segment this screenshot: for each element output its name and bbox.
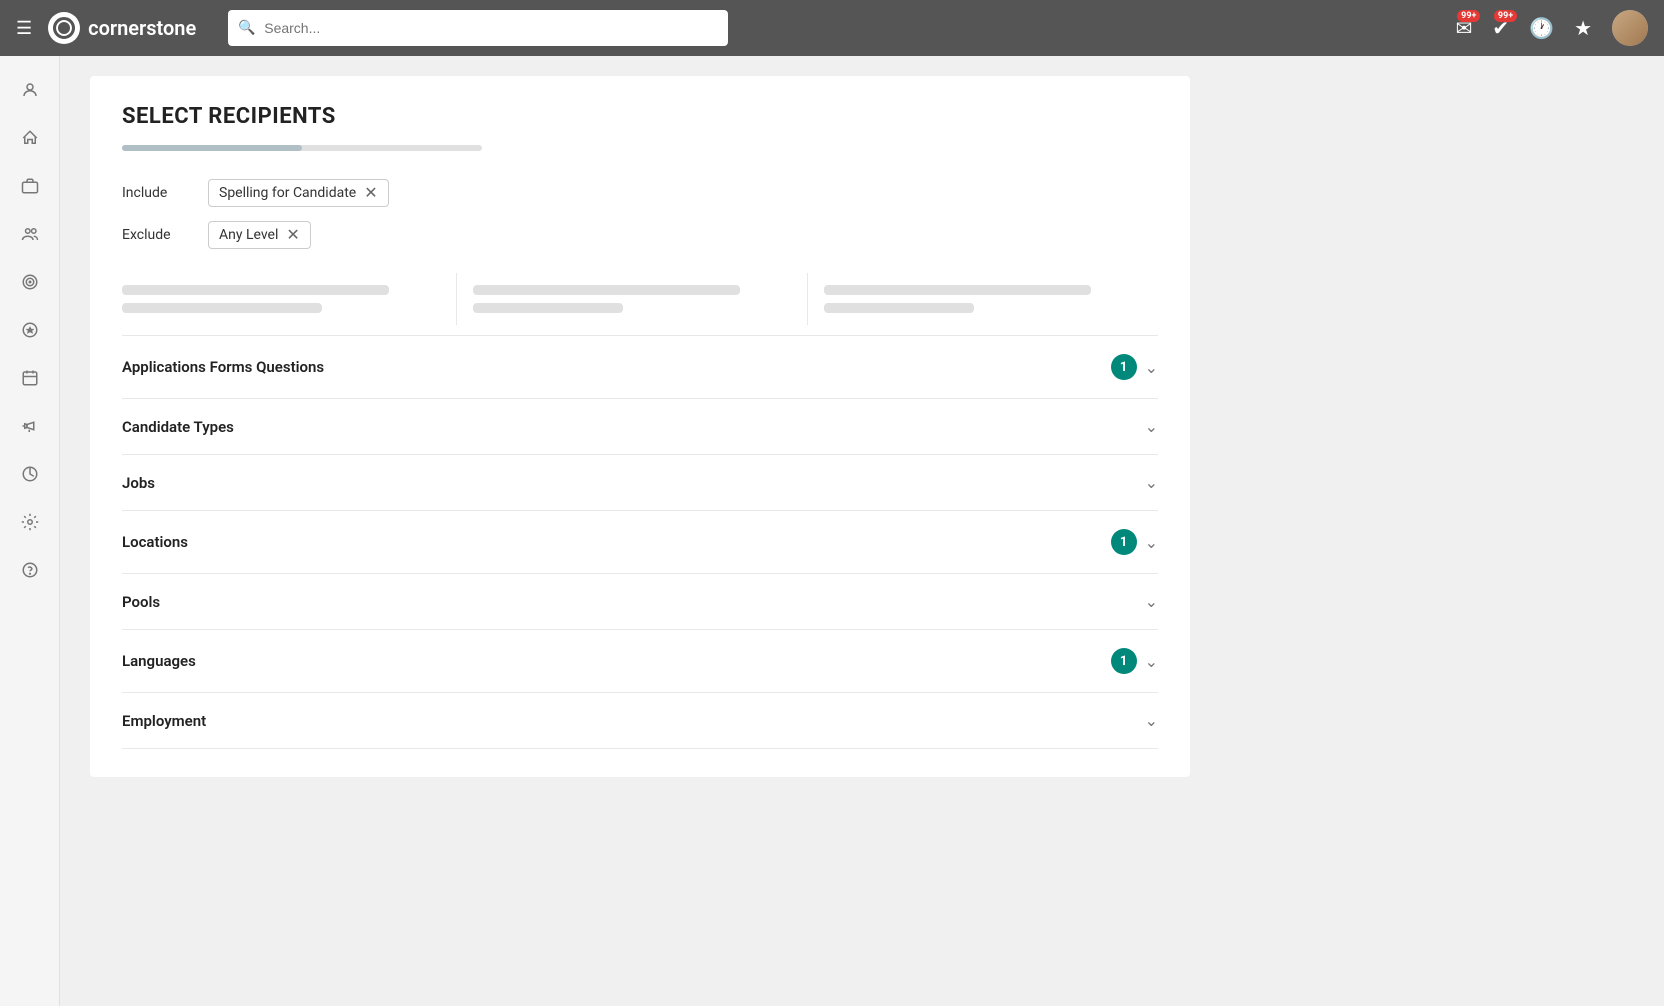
main-content: SELECT RECIPIENTS Include Spelling for C… [60,56,1664,1006]
top-nav: ☰ cornerstone 🔍 ✉ 99+ ✔ 99+ 🕐 ★ [0,0,1664,56]
include-tag-text: Spelling for Candidate [219,185,356,201]
section-item-right: 1⌄ [1111,354,1158,380]
chevron-down-icon: ⌄ [1145,711,1158,730]
search-container: 🔍 [228,10,728,46]
skeleton-col-1 [122,273,457,325]
chevron-down-icon: ⌄ [1145,652,1158,671]
section-item-label: Jobs [122,474,155,492]
progress-fill [122,145,302,151]
favorites-button[interactable]: ★ [1574,16,1592,40]
exclude-tag-close[interactable]: ✕ [286,227,299,243]
logo: cornerstone [48,12,196,44]
skeleton-line [824,285,1091,295]
section-badge: 1 [1111,648,1137,674]
sidebar-item-megaphone[interactable] [8,404,52,448]
messages-button[interactable]: ✉ 99+ [1456,16,1473,40]
section-item-left: Candidate Types [122,418,234,436]
section-item-label: Employment [122,712,206,730]
chevron-down-icon: ⌄ [1145,592,1158,611]
nav-actions: ✉ 99+ ✔ 99+ 🕐 ★ [1456,10,1648,46]
sidebar-item-chart[interactable] [8,452,52,496]
section-item-right: 1⌄ [1111,529,1158,555]
section-item[interactable]: Locations1⌄ [122,511,1158,574]
sidebar-item-calendar[interactable] [8,356,52,400]
chevron-down-icon: ⌄ [1145,473,1158,492]
section-item-left: Languages [122,652,196,670]
skeleton-line [122,303,322,313]
section-item-right: ⌄ [1145,417,1158,436]
logo-text: cornerstone [88,16,196,40]
sidebar-item-target[interactable] [8,260,52,304]
include-tag-close[interactable]: ✕ [364,185,377,201]
section-item-right: ⌄ [1145,711,1158,730]
search-input[interactable] [228,10,728,46]
include-tag[interactable]: Spelling for Candidate ✕ [208,179,389,207]
section-item-left: Jobs [122,474,155,492]
include-label: Include [122,185,192,201]
section-item[interactable]: Languages1⌄ [122,630,1158,693]
section-item[interactable]: Applications Forms Questions1⌄ [122,336,1158,399]
exclude-tag-text: Any Level [219,227,278,243]
chevron-down-icon: ⌄ [1145,417,1158,436]
section-item-right: ⌄ [1145,592,1158,611]
page-title: SELECT RECIPIENTS [122,104,1158,129]
section-item[interactable]: Candidate Types ⌄ [122,399,1158,455]
section-item[interactable]: Jobs ⌄ [122,455,1158,511]
sidebar-item-person[interactable] [8,68,52,112]
skeleton-line [824,303,974,313]
section-item-label: Applications Forms Questions [122,358,324,376]
tasks-button[interactable]: ✔ 99+ [1492,16,1509,40]
avatar-image [1612,10,1648,46]
section-item-right: 1⌄ [1111,648,1158,674]
skeleton-line [122,285,389,295]
section-item-left: Pools [122,593,160,611]
user-avatar[interactable] [1612,10,1648,46]
history-button[interactable]: 🕐 [1529,16,1554,40]
section-item-label: Locations [122,533,188,551]
skeleton-col-2 [473,273,808,325]
section-item[interactable]: Employment ⌄ [122,693,1158,749]
content-card: SELECT RECIPIENTS Include Spelling for C… [90,76,1190,777]
progress-bar [122,145,482,151]
section-item-label: Candidate Types [122,418,234,436]
sidebar-item-briefcase[interactable] [8,164,52,208]
exclude-row: Exclude Any Level ✕ [122,221,1158,249]
section-item-label: Languages [122,652,196,670]
sidebar-item-settings[interactable] [8,500,52,544]
sidebar-item-home[interactable] [8,116,52,160]
section-item-left: Applications Forms Questions [122,358,324,376]
include-row: Include Spelling for Candidate ✕ [122,179,1158,207]
skeleton-col-3 [824,273,1158,325]
search-icon: 🔍 [238,20,255,36]
section-item-left: Employment [122,712,206,730]
section-item-label: Pools [122,593,160,611]
chevron-down-icon: ⌄ [1145,533,1158,552]
section-list: Applications Forms Questions1⌄Candidate … [122,335,1158,749]
skeleton-loading [122,273,1158,325]
messages-badge: 99+ [1457,10,1480,22]
section-item[interactable]: Pools ⌄ [122,574,1158,630]
section-item-left: Locations [122,533,188,551]
section-item-right: ⌄ [1145,473,1158,492]
skeleton-line [473,285,740,295]
section-badge: 1 [1111,354,1137,380]
sidebar [0,56,60,1006]
exclude-label: Exclude [122,227,192,243]
logo-icon [48,12,80,44]
sidebar-item-help[interactable] [8,548,52,592]
chevron-down-icon: ⌄ [1145,358,1158,377]
exclude-tag[interactable]: Any Level ✕ [208,221,311,249]
skeleton-line [473,303,623,313]
section-badge: 1 [1111,529,1137,555]
sidebar-item-soccer[interactable] [8,308,52,352]
hamburger-menu[interactable]: ☰ [16,18,32,39]
tasks-badge: 99+ [1494,10,1517,22]
sidebar-item-people[interactable] [8,212,52,256]
